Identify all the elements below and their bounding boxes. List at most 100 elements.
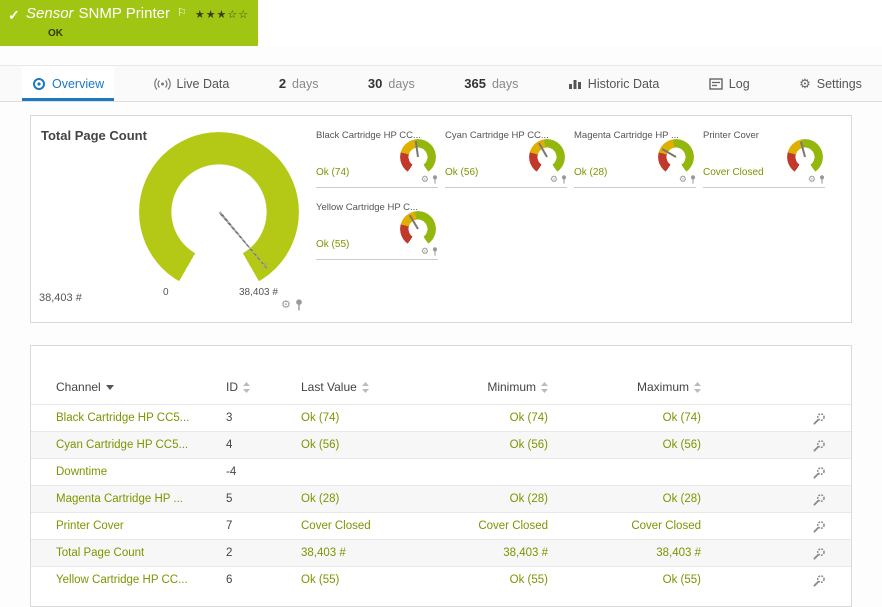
mini-gauge [658,139,694,175]
channel-last-value: 38,403 # [301,547,431,559]
gauge-settings-icon[interactable]: ⚙ [281,300,291,311]
channel-id: 2 [226,547,301,559]
sort-desc-icon [106,385,114,390]
tab-2-days[interactable]: 2 days [269,66,329,101]
channel-minimum: Ok (55) [431,574,548,586]
gauge-scale-min: 0 [163,287,169,298]
settings-gear-icon: ⚙ [799,77,811,90]
flag-icon[interactable]: ⚐ [177,7,187,19]
sensor-kind-label: Sensor [26,5,74,22]
channel-settings-icon[interactable] [701,493,826,506]
tab-log-label: Log [729,77,750,91]
pin-icon[interactable] [819,175,825,184]
main-gauge-title: Total Page Count [41,128,147,143]
channel-minimum: 38,403 # [431,547,548,559]
tab-2-days-number: 2 [279,76,286,91]
main-gauge-toolbar: ⚙ [281,299,303,311]
tab-2-days-label: days [292,77,318,91]
channel-gauge-tile[interactable]: Black Cartridge HP CC... Ok (74) ⚙ [316,126,438,188]
channel-settings-icon[interactable] [701,547,826,560]
tab-live-data-label: Live Data [177,77,230,91]
channel-maximum: Ok (56) [548,439,701,451]
channel-minimum: Ok (28) [431,493,548,505]
channel-gauge-tile[interactable]: Yellow Cartridge HP C... Ok (55) ⚙ [316,198,438,260]
channel-settings-icon[interactable] [701,574,826,587]
stars-empty: ☆☆ [227,9,249,21]
channel-settings-icon[interactable] [701,520,826,533]
ok-check-icon: ✓ [8,7,20,24]
table-header-row: Channel ID Last Value Minimum Maximum [31,370,851,404]
channel-maximum: Cover Closed [548,520,701,532]
channel-gauge-tile[interactable]: Magenta Cartridge HP ... Ok (28) ⚙ [574,126,696,188]
mini-gauge [400,211,436,247]
tile-status-value: Ok (56) [445,167,478,178]
channel-settings-icon[interactable] [701,466,826,479]
tab-30-days[interactable]: 30 days [358,66,425,101]
channel-settings-icon[interactable] [701,412,826,425]
mini-gauge [787,139,823,175]
sensor-status-block: ✓ SensorSNMP Printer⚐★★★☆☆ OK [0,0,258,46]
channel-gauge-tile[interactable]: Printer Cover Cover Closed ⚙ [703,126,825,188]
channel-gauge-tile[interactable]: Cyan Cartridge HP CC... Ok (56) ⚙ [445,126,567,188]
channel-link[interactable]: Total Page Count [56,547,226,559]
total-page-count-gauge: x [139,132,299,292]
channels-table-panel: Channel ID Last Value Minimum Maximum Bl… [30,345,852,607]
tile-status-value: Cover Closed [703,167,764,178]
gauge-settings-icon[interactable]: ⚙ [421,175,429,184]
channel-minimum: Ok (56) [431,439,548,451]
table-body: Black Cartridge HP CC5... 3 Ok (74) Ok (… [31,404,851,593]
gauge-settings-icon[interactable]: ⚙ [421,247,429,256]
channel-last-value: Ok (74) [301,412,431,424]
column-header-id[interactable]: ID [226,380,301,394]
tab-log[interactable]: Log [699,66,760,101]
table-row: Black Cartridge HP CC5... 3 Ok (74) Ok (… [31,404,851,431]
main-gauge-value: 38,403 # [39,292,82,304]
tab-settings[interactable]: ⚙ Settings [789,66,872,101]
tab-365-days[interactable]: 365 days [454,66,528,101]
priority-star-rating[interactable]: ★★★☆☆ [195,9,249,21]
channel-link[interactable]: Printer Cover [56,520,226,532]
channel-link[interactable]: Cyan Cartridge HP CC5... [56,439,226,451]
table-row: Cyan Cartridge HP CC5... 4 Ok (56) Ok (5… [31,431,851,458]
tab-historic-data[interactable]: Historic Data [558,66,670,101]
channel-maximum: Ok (55) [548,574,701,586]
tab-live-data[interactable]: Live Data [144,66,240,101]
channel-last-value: Ok (28) [301,493,431,505]
channel-maximum: 38,403 # [548,547,701,559]
mini-gauge-ring [400,139,436,175]
channel-link[interactable]: Yellow Cartridge HP CC... [56,574,226,586]
column-header-minimum[interactable]: Minimum [431,380,548,394]
tab-30-days-label: days [388,77,414,91]
pin-icon[interactable] [432,175,438,184]
channel-id: 6 [226,574,301,586]
pin-icon[interactable] [690,175,696,184]
tile-toolbar: ⚙ [550,175,567,184]
sort-both-icon [243,382,250,393]
gauge-settings-icon[interactable]: ⚙ [808,175,816,184]
channel-settings-icon[interactable] [701,439,826,452]
pin-icon[interactable] [432,247,438,256]
channel-link[interactable]: Downtime [56,466,226,478]
tab-settings-label: Settings [817,77,862,91]
mini-gauge-ring [529,139,565,175]
page-header: ✓ SensorSNMP Printer⚐★★★☆☆ OK [0,0,882,46]
gauge-settings-icon[interactable]: ⚙ [679,175,687,184]
channel-link[interactable]: Magenta Cartridge HP ... [56,493,226,505]
channel-id: 5 [226,493,301,505]
tab-overview[interactable]: Overview [22,66,114,101]
column-header-channel[interactable]: Channel [56,380,226,394]
table-row: Printer Cover 7 Cover Closed Cover Close… [31,512,851,539]
tile-status-value: Ok (74) [316,167,349,178]
channel-link[interactable]: Black Cartridge HP CC5... [56,412,226,424]
column-header-last-value[interactable]: Last Value [301,380,431,394]
pin-icon[interactable] [295,299,303,311]
status-badge: OK [48,28,63,39]
pin-icon[interactable] [561,175,567,184]
channel-minimum: Ok (74) [431,412,548,424]
channel-id: 7 [226,520,301,532]
column-header-maximum[interactable]: Maximum [548,380,701,394]
gauge-settings-icon[interactable]: ⚙ [550,175,558,184]
gauges-panel: Total Page Count x 38,403 # 0 38,403 # ⚙… [30,115,852,323]
tile-toolbar: ⚙ [808,175,825,184]
tab-bar: Overview Live Data 2 days 30 days 365 da… [0,65,882,102]
